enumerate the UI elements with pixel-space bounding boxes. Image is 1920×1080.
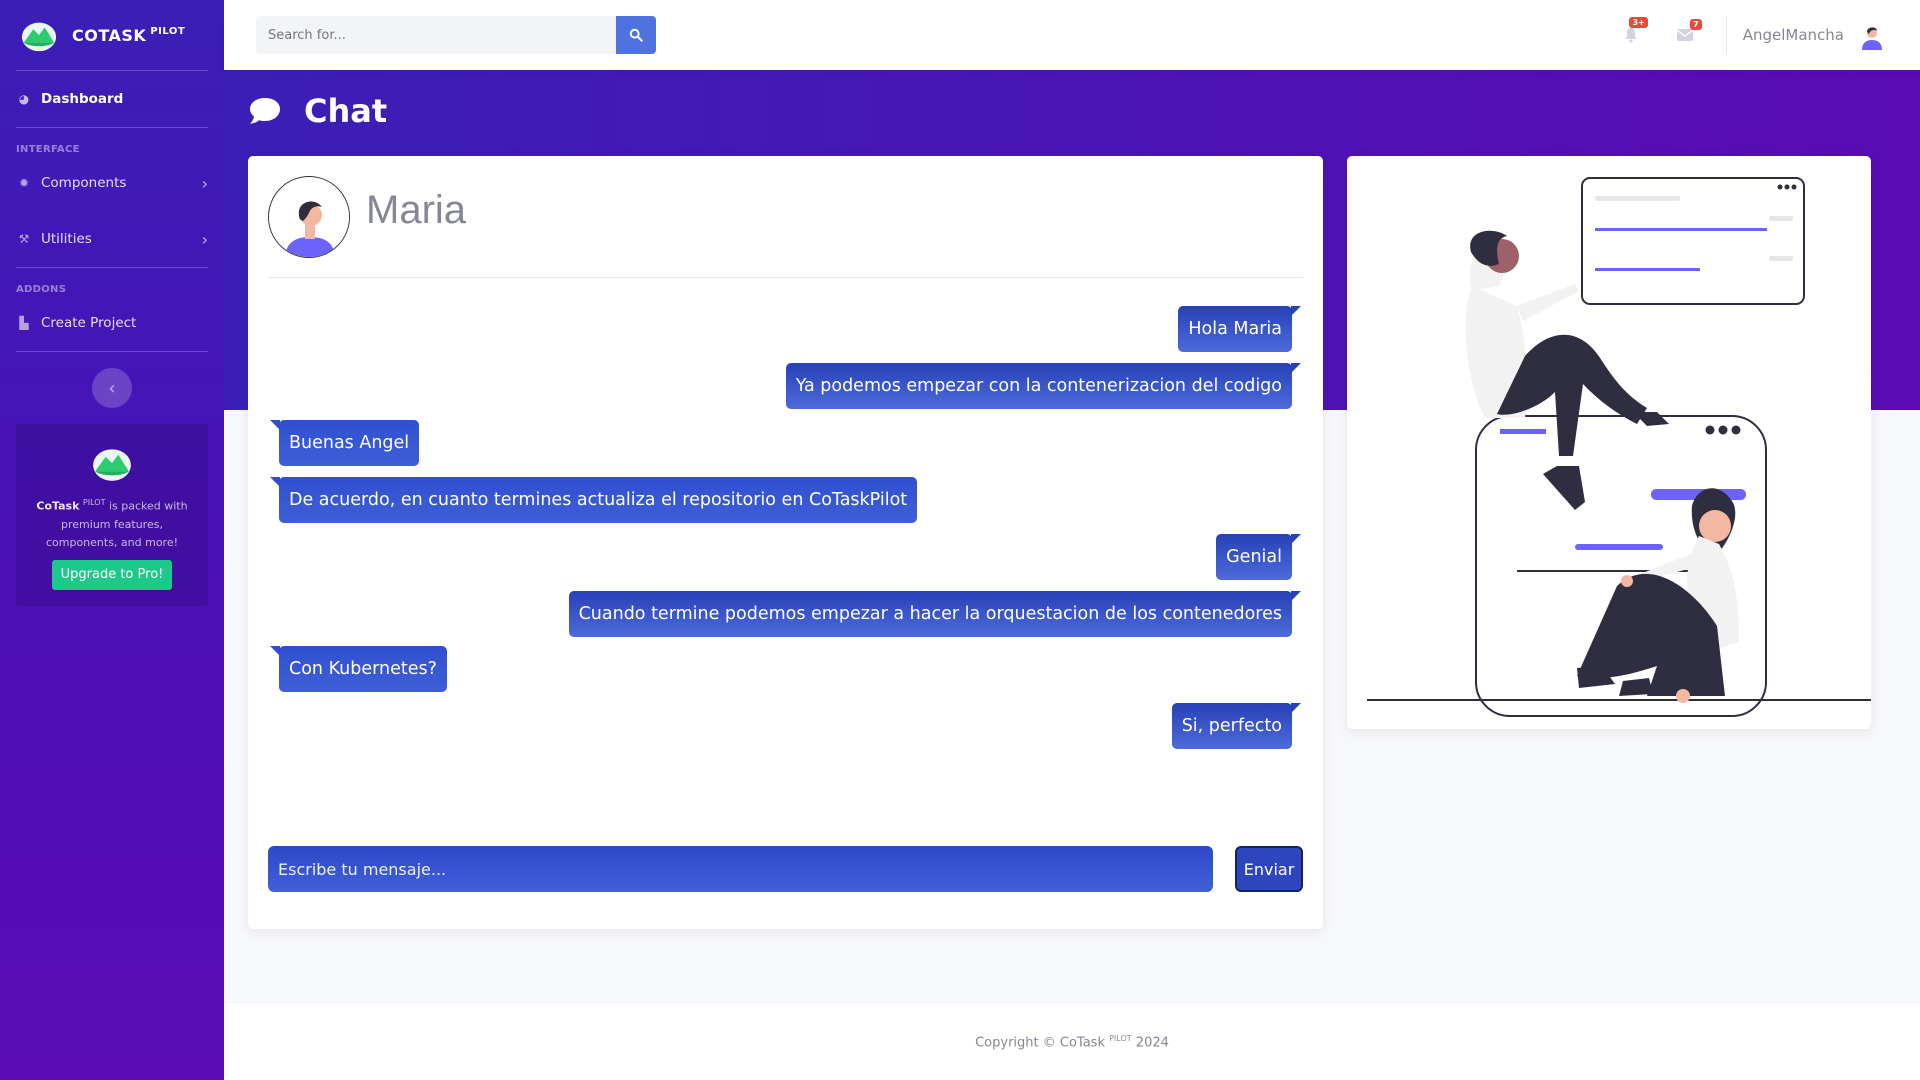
dashboard-icon: ◕ [18,92,30,106]
messages-button[interactable]: 7 [1658,19,1712,41]
message-input[interactable] [268,846,1213,892]
message-outgoing: Ya podemos empezar con la contenerizacio… [785,363,1302,409]
message-incoming: Buenas Angel [269,420,420,466]
page-title: Chat [304,92,388,130]
topbar: 3+ 7 AngelMancha [224,0,1920,70]
promo-brand-sup: PILOT [82,498,106,507]
brand-sup: PILOT [150,26,186,38]
person-avatar-icon [269,177,349,257]
copyright-prefix: Copyright © CoTask [975,1035,1105,1051]
brand-name: COTASK [72,25,147,45]
chevron-right-icon: › [201,229,208,249]
promo-text: CoTask PILOT is packed with premium feat… [28,494,196,552]
sidebar-item-label: Utilities [41,231,92,247]
contact-name: Maria [366,188,467,232]
search-icon [629,28,643,42]
promo-brand: CoTask [36,499,80,513]
section-heading-addons: ADDONS [16,284,67,295]
alerts-badge: 3+ [1629,17,1648,28]
chevron-right-icon: › [201,173,208,193]
sidebar-item-components[interactable]: ✹ Components › [0,155,224,211]
search-input[interactable] [256,16,616,54]
envelope-icon [1676,29,1693,41]
mountain-logo-icon [21,22,57,52]
messages-badge: 7 [1690,19,1702,30]
chevron-left-icon: ‹ [108,377,116,399]
user-name: AngelMancha [1742,26,1844,44]
search-button[interactable] [616,16,656,54]
upgrade-button[interactable]: Upgrade to Pro! [51,559,173,590]
copyright-year: 2024 [1135,1035,1169,1051]
sidebar-item-label: Components [41,175,127,191]
user-menu[interactable]: AngelMancha [1743,19,1888,51]
promo-card: CoTask PILOT is packed with premium feat… [16,424,208,606]
footer: Copyright © CoTask PILOT 2024 [224,1004,1920,1080]
user-avatar-icon [1862,27,1882,50]
chat-header: Maria [268,176,1303,278]
contact-avatar [268,176,350,258]
illustration-card [1347,156,1891,729]
sidebar-item-utilities[interactable]: ⚒ Utilities › [0,211,224,267]
team-collaboration-illustration [1367,177,1891,717]
bell-icon [1624,28,1637,43]
sidebar-item-dashboard[interactable]: ◕ Dashboard [0,71,224,127]
sidebar-divider [16,351,208,352]
message-incoming: De acuerdo, en cuanto termines actualiza… [269,477,918,523]
copyright-text: Copyright © CoTask PILOT 2024 [975,1034,1169,1050]
send-button[interactable]: Enviar [1235,846,1303,892]
search-bar [256,16,656,54]
chart-area-icon: ▙ [19,316,29,330]
sidebar-item-label: Create Project [41,315,137,331]
sidebar-item-label: Dashboard [41,91,124,107]
message-composer: Enviar [268,846,1303,892]
sidebar: COTASK PILOT ◕ Dashboard INTERFACE ✹ Comp… [0,0,224,1080]
message-outgoing: Si, perfecto [1171,703,1302,749]
message-outgoing: Cuando termine podemos empezar a hacer l… [568,591,1302,637]
message-outgoing: Genial [1216,534,1301,580]
sidebar-item-create-project[interactable]: ▙ Create Project [0,295,224,351]
alerts-button[interactable]: 3+ [1604,17,1658,43]
message-outgoing: Hola Maria [1178,306,1301,352]
mountain-logo-icon [93,449,131,481]
copyright-sup: PILOT [1109,1033,1132,1043]
topbar-divider [1725,16,1727,54]
topbar-right: 3+ 7 AngelMancha [1604,0,1920,70]
chat-card: Maria Hola Maria Ya podemos empezar con … [248,156,1323,929]
comment-icon [250,98,280,124]
wrench-icon: ⚒ [18,232,30,246]
message-incoming: Con Kubernetes? [270,646,447,692]
gear-icon: ✹ [18,176,30,190]
section-heading-interface: INTERFACE [16,144,80,155]
sidebar-toggle-button[interactable]: ‹ [92,368,132,408]
brand[interactable]: COTASK PILOT [0,0,224,70]
page-heading: Chat [248,92,387,130]
